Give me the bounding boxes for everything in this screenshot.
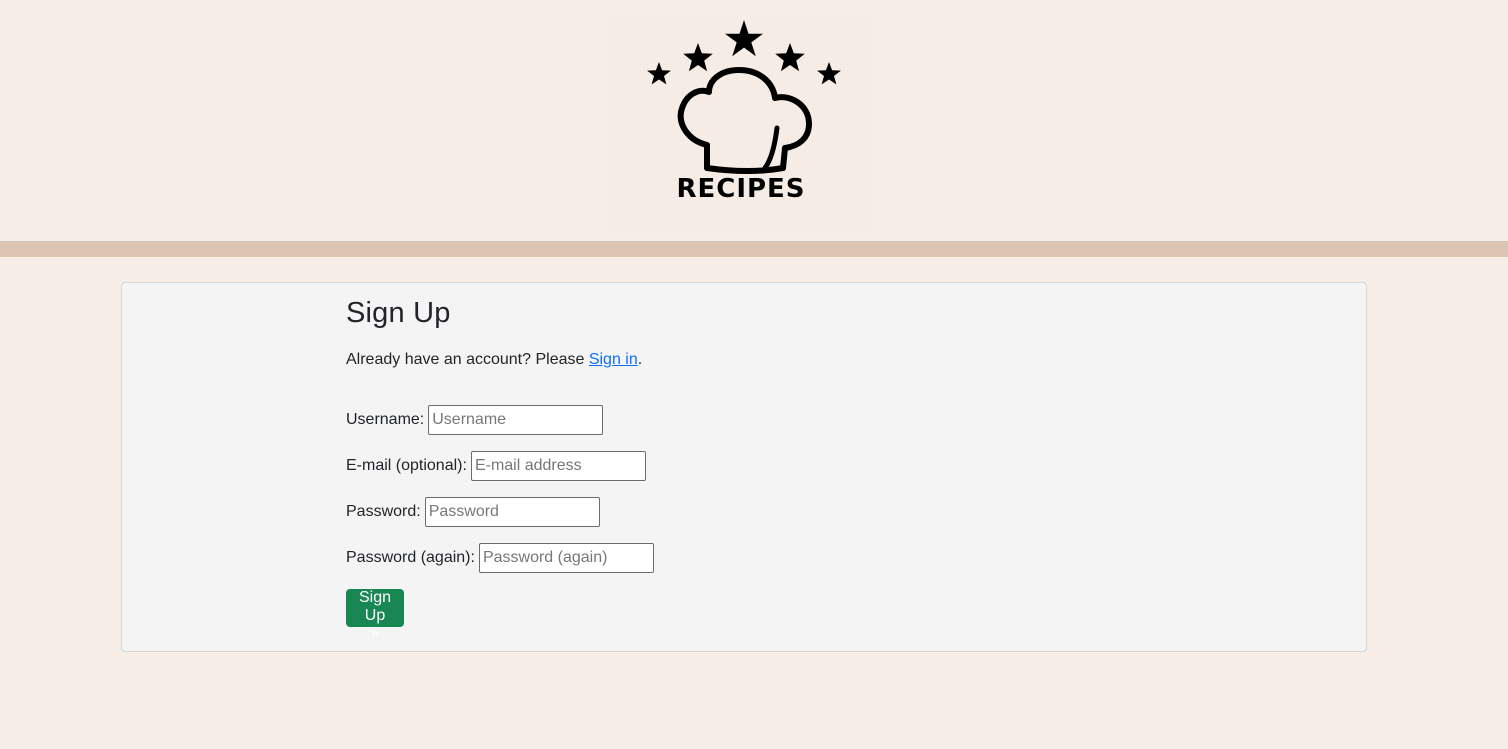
username-label: Username: — [346, 411, 425, 428]
star-icon — [683, 43, 713, 72]
password-input[interactable] — [424, 497, 600, 527]
chef-hat-band — [704, 165, 786, 174]
chef-hat-fold — [762, 125, 780, 171]
signin-prompt: Already have an account? Please Sign in. — [346, 351, 642, 369]
logo-text: RECIPES — [676, 174, 806, 204]
email-input[interactable] — [470, 451, 646, 481]
email-row: E-mail (optional): — [346, 451, 646, 481]
star-icon — [647, 62, 671, 85]
chef-hat-outline — [677, 67, 812, 171]
star-icon — [725, 20, 763, 57]
signup-button[interactable]: Sign Up » — [346, 589, 405, 642]
password-again-label: Password (again): — [346, 549, 475, 566]
signup-card: Sign Up Already have an account? Please … — [121, 282, 1367, 652]
page-title: Sign Up — [346, 297, 451, 329]
password-label: Password: — [346, 503, 421, 520]
star-icon — [775, 43, 805, 72]
site-logo[interactable]: RECIPES — [605, 12, 875, 232]
header-divider — [0, 241, 1508, 257]
password-again-input[interactable] — [478, 543, 654, 573]
email-label: E-mail (optional): — [346, 457, 467, 474]
username-row: Username: — [346, 405, 604, 435]
username-input[interactable] — [428, 405, 604, 435]
signin-prompt-suffix: . — [637, 351, 643, 368]
site-header: RECIPES — [0, 0, 1508, 241]
signin-prompt-text: Already have an account? Please — [346, 351, 589, 368]
signin-link[interactable]: Sign in — [589, 351, 638, 368]
password-again-row: Password (again): — [346, 543, 654, 573]
password-row: Password: — [346, 497, 600, 527]
star-icon — [817, 62, 841, 85]
chef-hat-stars-icon — [647, 20, 841, 174]
